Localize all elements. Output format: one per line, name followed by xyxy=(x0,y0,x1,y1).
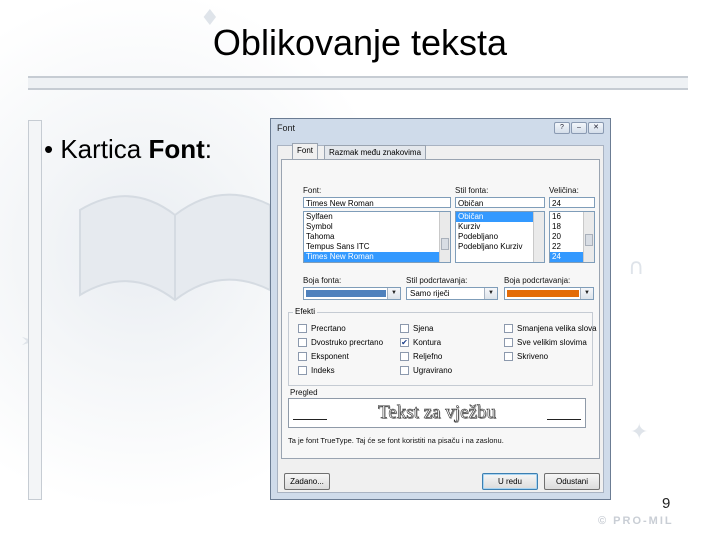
decor-glyph: ∩ xyxy=(628,255,645,280)
underline-color-swatch xyxy=(507,290,579,297)
decor-glyph: ✦ xyxy=(630,420,649,445)
size-input[interactable]: 24 xyxy=(549,197,595,208)
style-list[interactable]: Običan Kurziv Podebljano Podebljano Kurz… xyxy=(455,211,545,263)
title-rule xyxy=(28,76,688,90)
strikethrough-checkbox[interactable] xyxy=(298,324,307,333)
effects-label: Efekti xyxy=(293,307,318,316)
size-list[interactable]: 16 18 20 22 24 xyxy=(549,211,595,263)
minimize-icon[interactable]: – xyxy=(571,122,587,134)
cancel-button[interactable]: Odustani xyxy=(544,473,600,490)
hidden-checkbox[interactable] xyxy=(504,352,513,361)
underline-style-value: Samo riječi xyxy=(410,289,450,298)
tab-font[interactable]: Font xyxy=(292,143,319,159)
shadow-checkbox[interactable] xyxy=(400,324,409,333)
font-color-label: Boja fonta: xyxy=(303,276,342,285)
page-number: 9 xyxy=(662,495,671,512)
bullet-bold: Font xyxy=(148,134,205,164)
hidden-label: Skriveno xyxy=(517,352,549,361)
font-list[interactable]: Sylfaen Symbol Tahoma Tempus Sans ITC Ti… xyxy=(303,211,451,263)
default-button[interactable]: Zadano... xyxy=(284,473,330,490)
bullet-suffix: : xyxy=(204,134,213,164)
font-color-swatch xyxy=(306,290,386,297)
chevron-down-icon[interactable]: ▼ xyxy=(387,288,400,299)
preview-label: Pregled xyxy=(290,388,318,397)
double-strikethrough-label: Dvostruko precrtano xyxy=(311,338,384,347)
dialog-title: Font xyxy=(277,123,296,133)
font-list-item[interactable]: Tahoma xyxy=(304,232,450,242)
font-label: Font: xyxy=(303,186,322,195)
scroll-thumb[interactable] xyxy=(585,234,593,246)
size-label: Veličina: xyxy=(549,186,579,195)
preview-note: Ta je font TrueType. Taj će se font kori… xyxy=(288,436,504,445)
dialog-client: Font Razmak među znakovima Font: Times N… xyxy=(277,143,604,493)
small-caps-checkbox[interactable] xyxy=(504,324,513,333)
font-list-item[interactable]: Symbol xyxy=(304,222,450,232)
engrave-label: Ugravirano xyxy=(413,366,453,375)
chevron-down-icon[interactable]: ▼ xyxy=(580,288,593,299)
bullet-line: • Kartica Font: xyxy=(44,134,212,165)
underline-style-label: Stil podcrtavanja: xyxy=(406,276,468,285)
help-icon[interactable]: ? xyxy=(554,122,570,134)
bullet-prefix: Kartica xyxy=(60,134,142,164)
small-caps-label: Smanjena velika slova xyxy=(517,324,597,333)
style-list-scrollbar[interactable] xyxy=(533,212,544,262)
slide-title: Oblikovanje teksta xyxy=(212,22,508,63)
shadow-label: Sjena xyxy=(413,324,434,333)
outline-checkbox[interactable]: ✔ xyxy=(400,338,409,347)
close-icon[interactable]: ✕ xyxy=(588,122,604,134)
outline-label: Kontura xyxy=(413,338,442,347)
all-caps-checkbox[interactable] xyxy=(504,338,513,347)
underline-color-label: Boja podcrtavanja: xyxy=(504,276,571,285)
font-color-dropdown[interactable]: ▼ xyxy=(303,287,401,300)
style-list-item[interactable]: Kurziv xyxy=(456,222,544,232)
underline-style-dropdown[interactable]: Samo riječi ▼ xyxy=(406,287,498,300)
double-strikethrough-checkbox[interactable] xyxy=(298,338,307,347)
bullet-mark: • xyxy=(44,134,61,164)
font-input[interactable]: Times New Roman xyxy=(303,197,451,208)
style-list-item[interactable]: Podebljano Kurziv xyxy=(456,242,544,252)
subscript-label: Indeks xyxy=(311,366,335,375)
style-list-item-selected[interactable]: Običan xyxy=(456,212,544,222)
emboss-label: Reljefno xyxy=(413,352,443,361)
font-list-item[interactable]: Sylfaen xyxy=(304,212,450,222)
strikethrough-label: Precrtano xyxy=(311,324,346,333)
watermark: © PRO-MIL xyxy=(598,515,674,527)
tab-spacing[interactable]: Razmak među znakovima xyxy=(324,145,427,159)
font-dialog: Font ? – ✕ Font Razmak među znakovima Fo… xyxy=(270,118,611,500)
all-caps-label: Sve velikim slovima xyxy=(517,338,587,347)
slide: ♦ ∩ ✦ ✶ Oblikovanje teksta • Kartica Fon… xyxy=(0,0,720,540)
engrave-checkbox[interactable] xyxy=(400,366,409,375)
emboss-checkbox[interactable] xyxy=(400,352,409,361)
ok-button[interactable]: U redu xyxy=(482,473,538,490)
font-list-item-selected[interactable]: Times New Roman xyxy=(304,252,450,262)
chevron-down-icon[interactable]: ▼ xyxy=(484,288,497,299)
scroll-thumb[interactable] xyxy=(441,238,449,250)
style-list-item[interactable]: Podebljano xyxy=(456,232,544,242)
style-input[interactable]: Običan xyxy=(455,197,545,208)
book-illustration xyxy=(79,193,271,302)
size-list-scrollbar[interactable] xyxy=(583,212,594,262)
left-bar xyxy=(28,120,42,500)
superscript-label: Eksponent xyxy=(311,352,349,361)
underline-color-dropdown[interactable]: ▼ xyxy=(504,287,594,300)
preview-line-right xyxy=(547,419,581,420)
preview-text: Tekst za vježbu xyxy=(378,402,497,424)
font-list-item[interactable]: Tempus Sans ITC xyxy=(304,242,450,252)
preview-box: Tekst za vježbu xyxy=(288,398,586,428)
font-list-scrollbar[interactable] xyxy=(439,212,450,262)
font-panel: Font: Times New Roman Sylfaen Symbol Tah… xyxy=(281,159,600,459)
style-label: Stil fonta: xyxy=(455,186,489,195)
superscript-checkbox[interactable] xyxy=(298,352,307,361)
subscript-checkbox[interactable] xyxy=(298,366,307,375)
